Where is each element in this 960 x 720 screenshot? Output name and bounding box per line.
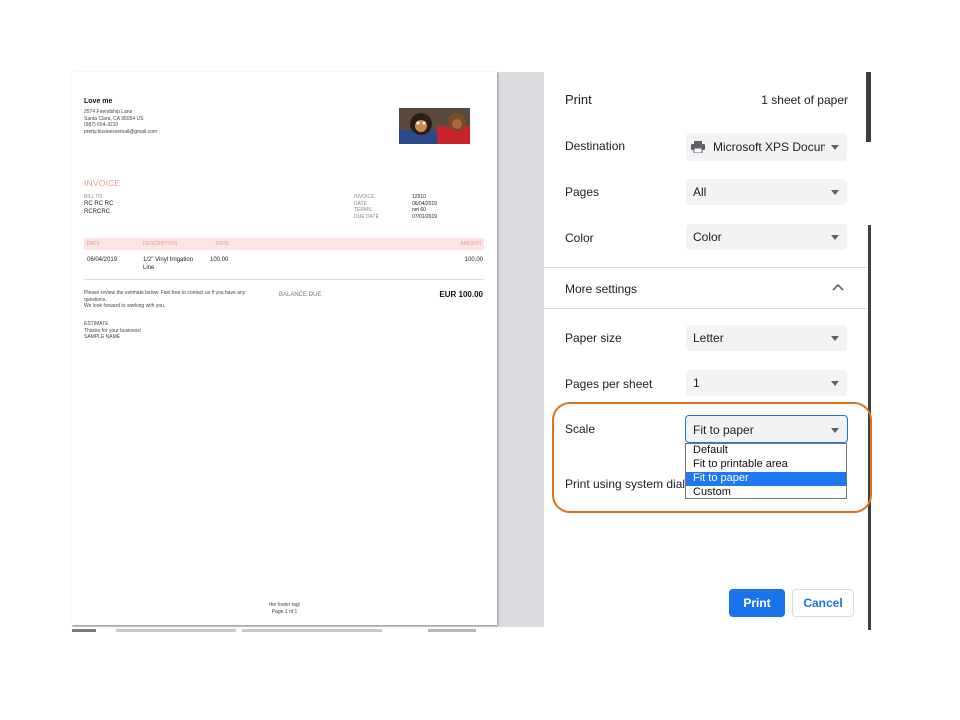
destination-select[interactable]: Microsoft XPS Docum	[686, 133, 847, 161]
table-header: DATE DESCRIPTION RATE AMOUNT	[84, 238, 484, 250]
invoice-meta-values: 12910 06/04/2019 net 60 07/01/2019	[412, 194, 438, 220]
paper-size-select[interactable]: Letter	[686, 325, 847, 351]
paper-size-label: Paper size	[565, 331, 622, 345]
col-description: DESCRIPTION	[143, 241, 178, 247]
col-rate: RATE	[216, 241, 229, 247]
row-description: 1/2" Vinyl Irrigation Line	[143, 257, 194, 271]
scrollbar[interactable]	[866, 72, 871, 142]
chevron-down-icon	[831, 190, 839, 195]
color-select[interactable]: Color	[686, 224, 847, 250]
invoice-title: INVOICE	[84, 178, 121, 188]
col-date: DATE	[87, 241, 100, 247]
company-address: 2574 Friendship Lane Santa Clara, CA 950…	[84, 109, 158, 135]
signature-block: ESTIMATE Thanks for your business! SAMPL…	[84, 321, 142, 340]
row-date: 06/04/2019	[87, 257, 118, 263]
col-amount: AMOUNT	[460, 241, 482, 247]
print-settings-panel: Print 1 sheet of paper Destination Micro…	[544, 72, 868, 630]
invoice-meta-labels: INVOICE DATE TERMS DUE DATE	[354, 194, 379, 220]
printer-icon	[691, 141, 705, 153]
paper-size-value: Letter	[693, 331, 724, 345]
pages-label: Pages	[565, 185, 600, 199]
destination-value: Microsoft XPS Docum	[713, 140, 825, 154]
pages-per-sheet-value: 1	[693, 376, 700, 390]
destination-label: Destination	[565, 139, 626, 153]
bill-to-label: BILL TO	[84, 194, 103, 200]
page-footer: the footer tagi Page 1 of 1	[269, 602, 300, 615]
chevron-down-icon	[831, 336, 839, 341]
chevron-down-icon	[831, 235, 839, 240]
row-rate: 100.00	[210, 257, 229, 263]
color-label: Color	[565, 231, 594, 245]
chevron-up-icon[interactable]	[832, 283, 844, 291]
pages-select[interactable]: All	[686, 179, 847, 205]
highlight-annotation	[552, 402, 872, 513]
divider	[544, 267, 868, 268]
preview-page-edge	[72, 627, 544, 633]
divider	[544, 308, 868, 309]
company-logo	[399, 108, 470, 144]
print-button[interactable]: Print	[729, 589, 785, 617]
pages-per-sheet-label: Pages per sheet	[565, 377, 653, 391]
chevron-down-icon	[831, 145, 839, 150]
pages-per-sheet-select[interactable]: 1	[686, 370, 847, 396]
company-name: Love me	[84, 98, 113, 105]
note-text: Please review the estimate below. Feel f…	[84, 290, 246, 309]
panel-title: Print	[565, 92, 592, 107]
row-amount: 100.00	[464, 257, 483, 263]
sheet-count: 1 sheet of paper	[761, 93, 848, 107]
chevron-down-icon	[831, 381, 839, 386]
table-divider	[84, 279, 484, 280]
more-settings-toggle[interactable]: More settings	[565, 282, 637, 296]
preview-page: Love me 2574 Friendship Lane Santa Clara…	[72, 72, 497, 625]
color-value: Color	[693, 230, 722, 244]
bill-to-address: RC RC RC RCRCRC	[84, 201, 114, 215]
pages-value: All	[693, 185, 707, 199]
balance-due-label: BALANCE DUE	[279, 292, 322, 298]
balance-due-value: EUR 100.00	[439, 290, 483, 299]
cancel-button[interactable]: Cancel	[792, 589, 854, 617]
